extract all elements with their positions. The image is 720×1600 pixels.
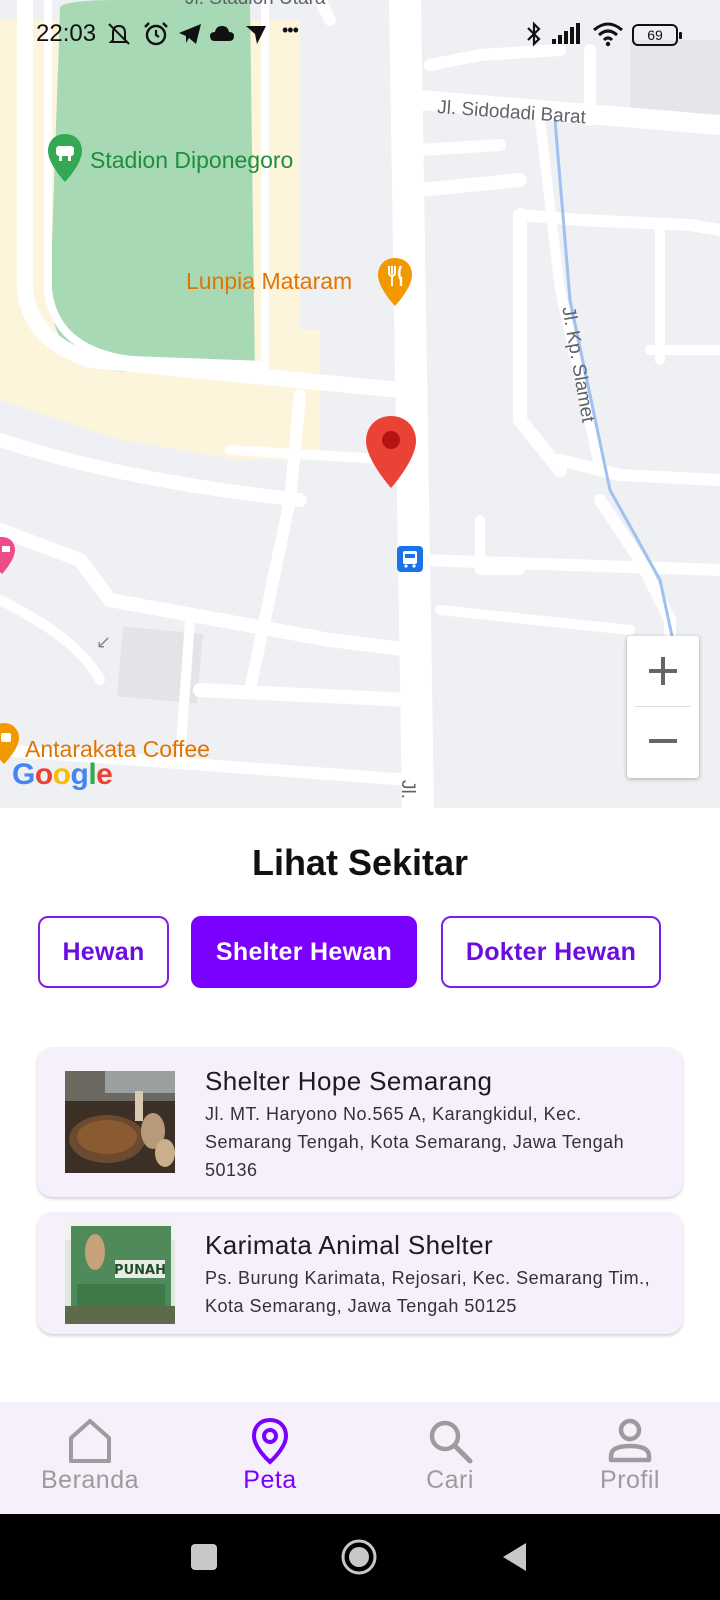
system-navigation-bar [0,1514,720,1600]
signal-icon [552,23,580,44]
place-thumbnail: PUNAH [65,1222,175,1324]
location-pin-icon[interactable] [364,414,418,490]
nav-label: Cari [426,1466,474,1494]
bus-stop-icon[interactable] [397,546,423,572]
square-icon [191,1544,217,1570]
sign-text: PUNAH [114,1263,166,1278]
google-logo-letter: G [12,758,35,791]
svg-text:↙: ↙ [96,632,111,653]
back-button[interactable] [490,1534,540,1580]
bluetooth-icon [527,21,541,47]
home-icon [69,1419,111,1463]
park-label[interactable]: Stadion Diponegoro [90,147,293,174]
mute-notifications-icon [108,23,130,45]
back-triangle-icon [503,1543,526,1571]
status-bar: 22:03 ••• 69 [0,0,720,70]
map-pin-icon [251,1417,289,1465]
google-logo: Google [12,758,113,792]
page-title: Lihat Sekitar [251,842,469,883]
chip-shelter-hewan[interactable]: Shelter Hewan [191,916,417,988]
alarm-icon [144,22,168,46]
nav-item-peta[interactable]: Peta [180,1402,360,1514]
google-logo-letter: e [96,758,113,791]
cloud-icon [210,26,234,41]
chip-dokter-hewan[interactable]: Dokter Hewan [441,916,661,988]
zoom-controls [627,636,699,778]
shelter-sign-image: PUNAH [65,1222,175,1324]
map-base: ↙ [0,0,720,808]
status-time: 22:03 [36,20,97,47]
restaurant-marker-icon[interactable] [376,256,414,308]
google-logo-letter: o [34,758,53,791]
street-label-bottom: Jl. [397,780,418,799]
place-address: Jl. MT. Haryono No.565 A, Karangkidul, K… [205,1104,625,1180]
shelter-photo-image [65,1071,175,1173]
nav-item-profil[interactable]: Profil [540,1402,720,1514]
battery-indicator: 69 [632,24,682,46]
person-icon [608,1418,652,1463]
location-arrow-icon [246,26,266,44]
nav-label: Peta [243,1466,297,1494]
hotel-marker-icon[interactable] [0,536,16,576]
search-icon [429,1420,473,1464]
nav-item-cari[interactable]: Cari [360,1402,540,1514]
map-view[interactable]: ↙ Jl. Stadion Utara Jl. Sidodadi Barat S… [0,0,720,808]
park-marker-icon[interactable] [46,132,84,184]
place-thumbnail [65,1071,175,1173]
place-card-karimata[interactable]: PUNAH Karimata Animal Shelter Ps. Burung… [37,1212,683,1334]
more-notifications-dots: ••• [282,20,299,40]
google-logo-letter: g [70,758,89,791]
recent-apps-button[interactable] [179,1534,229,1580]
zoom-in-button[interactable] [627,636,699,706]
zoom-in-icon [649,657,677,685]
zoom-out-icon [649,739,677,743]
zoom-out-button[interactable] [627,706,699,776]
chip-hewan[interactable]: Hewan [38,916,169,988]
nav-label: Profil [600,1466,660,1494]
place-name: Karimata Animal Shelter [205,1230,494,1260]
wifi-icon [593,22,623,47]
google-logo-letter: o [52,758,71,791]
place-name: Shelter Hope Semarang [205,1066,493,1096]
circle-home-icon [341,1539,377,1575]
bottom-navigation: Beranda Peta Cari Profil [0,1402,720,1514]
place-card-shelter-hope[interactable]: Shelter Hope Semarang Jl. MT. Haryono No… [37,1047,683,1197]
place-address: Ps. Burung Karimata, Rejosari, Kec. Sema… [205,1268,651,1316]
telegram-icon [179,24,201,44]
nav-item-beranda[interactable]: Beranda [0,1402,180,1514]
restaurant-label[interactable]: Lunpia Mataram [186,268,352,295]
home-button[interactable] [334,1534,384,1580]
screen: ↙ Jl. Stadion Utara Jl. Sidodadi Barat S… [0,0,720,1600]
nav-label: Beranda [40,1466,140,1494]
google-logo-letter: l [88,758,97,791]
